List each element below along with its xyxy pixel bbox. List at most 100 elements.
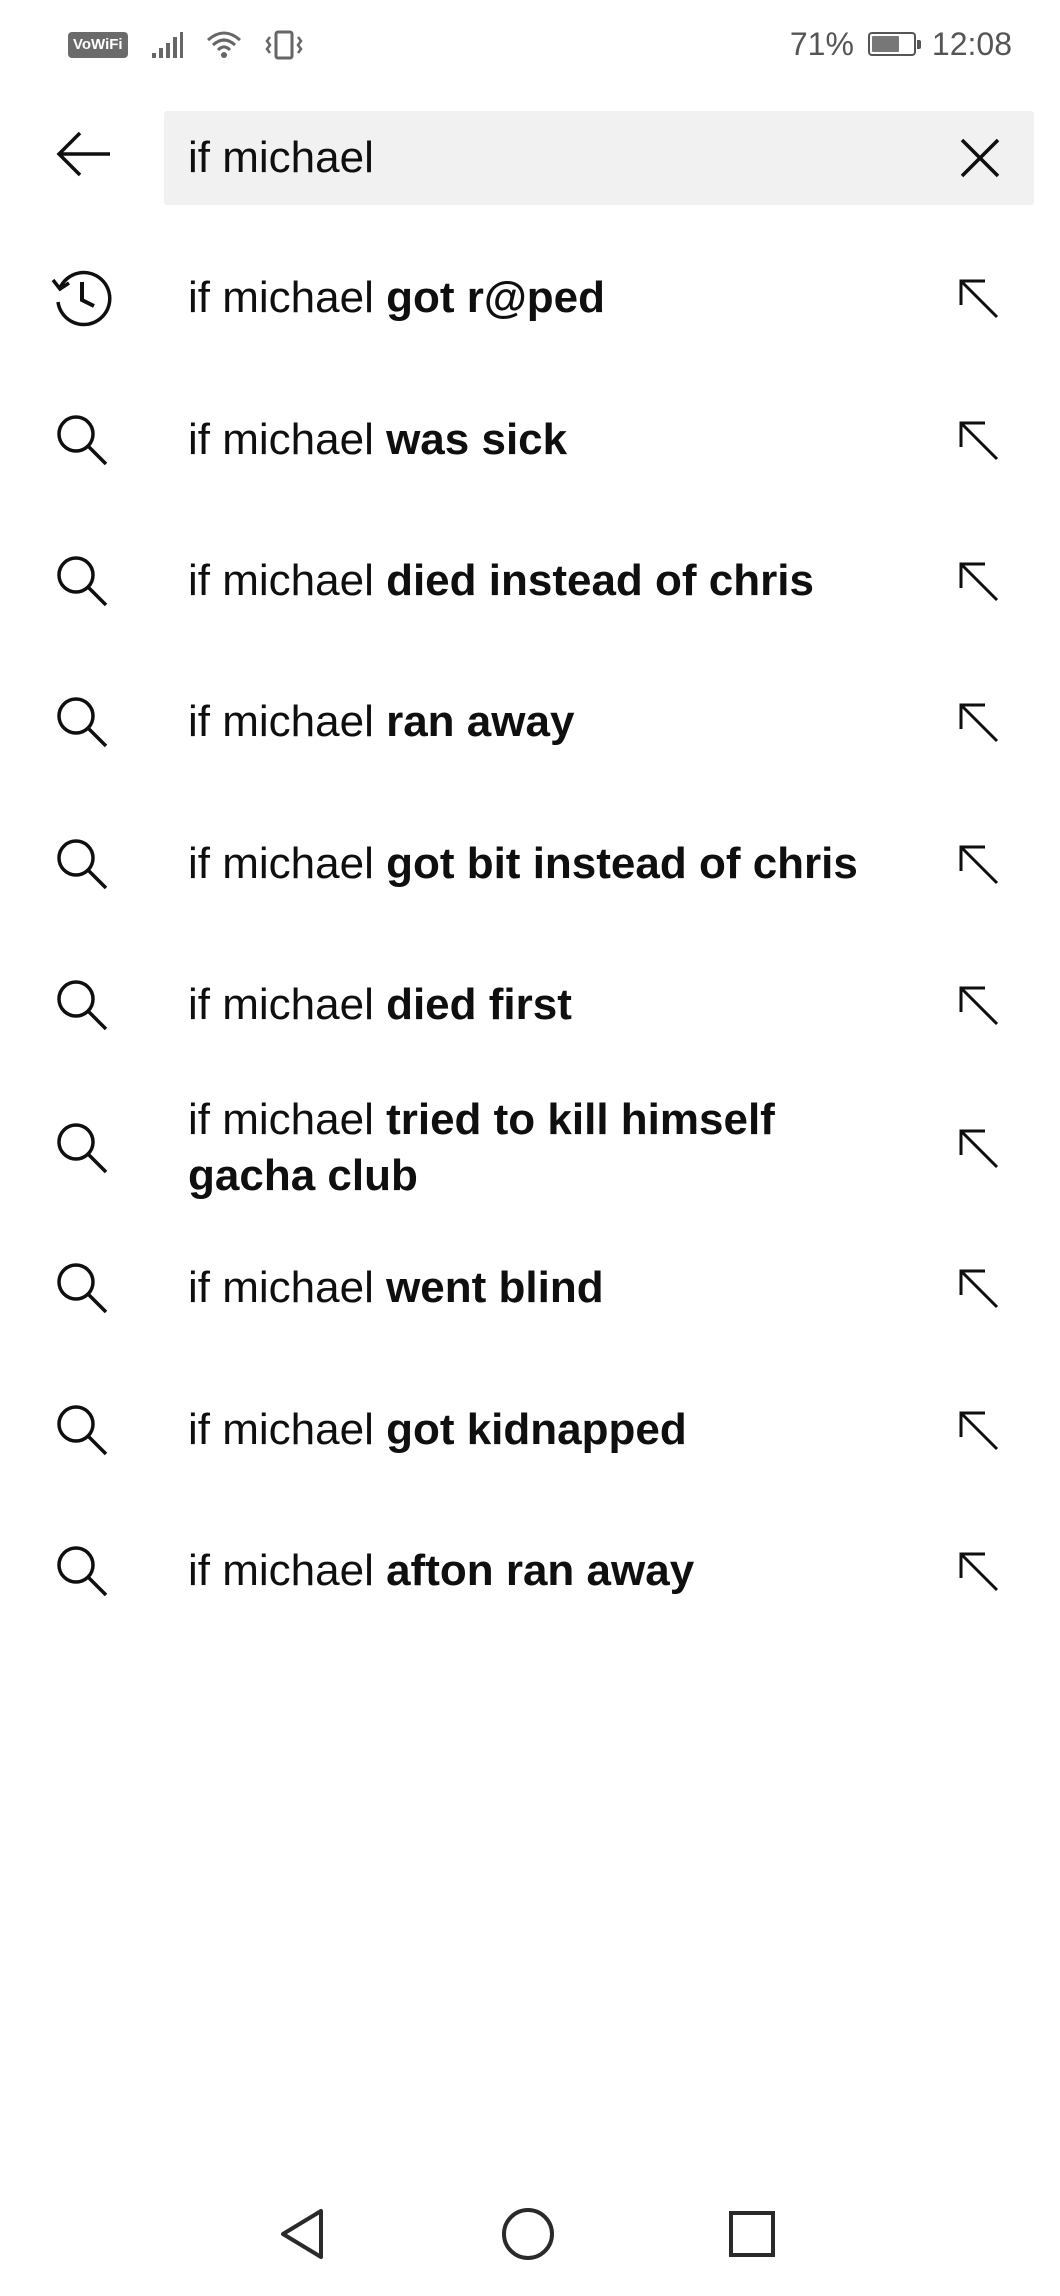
suggestion-completion: went blind [386,1263,604,1312]
battery-level [871,36,900,52]
suggestion-text: if michael got r@ped [188,270,888,326]
battery-icon [867,32,921,56]
suggestion-completion: was sick [386,415,568,464]
arrow-up-left-icon [959,1129,999,1169]
fill-query-button[interactable] [942,686,1014,758]
search-icon [57,1123,108,1174]
fill-query-button[interactable] [942,1252,1014,1324]
status-left-icons: VoWiFi [68,28,304,62]
navigation-bar [0,2176,1060,2296]
suggestion-text: if michael was sick [188,412,888,468]
suggestion-query: if michael [188,556,374,605]
search-icon [57,1546,108,1597]
suggestion-query: if michael [188,697,374,746]
suggestion-query: if michael [188,1405,374,1454]
search-icon-wrapper [46,404,118,476]
search-icon-wrapper [46,828,118,900]
suggestion-item[interactable]: if michael got kidnapped [0,1360,1060,1500]
search-icon-wrapper [46,1112,118,1184]
search-icon [57,556,108,607]
suggestion-text: if michael got bit instead of chris [188,836,888,892]
fill-query-button[interactable] [942,1394,1014,1466]
fill-query-button[interactable] [942,262,1014,334]
suggestion-completion: ran away [386,697,575,746]
suggestion-completion: died instead of chris [386,556,814,605]
suggestion-query: if michael [188,415,374,464]
arrow-up-left-icon [959,279,999,319]
suggestion-text: if michael ran away [188,694,888,750]
suggestion-item[interactable]: if michael got r@ped [0,228,1060,368]
suggestion-query: if michael [188,1263,374,1312]
search-box [164,111,1034,205]
search-icon-wrapper [46,1535,118,1607]
suggestion-query: if michael [188,839,374,888]
arrow-up-left-icon [959,562,999,602]
close-icon [960,138,1000,178]
suggestion-completion: died first [386,980,572,1029]
suggestion-completion: got bit instead of chris [386,839,858,888]
status-bar: VoWiFi 71% 12:08 [0,0,1060,90]
wifi-icon [206,31,241,58]
clock: 12:08 [931,25,1012,62]
recents-square-icon [729,2211,775,2257]
search-icon [57,1263,108,1314]
arrow-up-left-icon [959,703,999,743]
search-icon-wrapper [46,969,118,1041]
search-icon-wrapper [46,686,118,758]
arrow-up-left-icon [959,1552,999,1592]
suggestion-query: if michael [188,1546,374,1595]
history-icon [51,270,112,327]
arrow-up-left-icon [959,845,999,885]
search-icon [57,839,108,890]
back-triangle-icon [281,2209,323,2259]
fill-query-button[interactable] [942,1112,1014,1184]
suggestion-item[interactable]: if michael got bit instead of chris [0,794,1060,934]
clear-search-button[interactable] [944,122,1016,194]
fill-query-button[interactable] [942,1535,1014,1607]
search-input[interactable] [188,111,888,205]
suggestion-text: if michael died instead of chris [188,553,888,609]
suggestion-item[interactable]: if michael died instead of chris [0,511,1060,651]
fill-query-button[interactable] [942,828,1014,900]
arrow-up-left-icon [959,1411,999,1451]
suggestion-item[interactable]: if michael afton ran away [0,1501,1060,1641]
status-right: 71% 12:08 [790,24,1012,64]
search-icon-wrapper [46,1252,118,1324]
arrow-left-icon [56,131,110,177]
suggestion-text: if michael tried to kill himself gacha c… [188,1092,888,1204]
battery-percentage: 71% [789,25,854,62]
suggestion-completion: got kidnapped [386,1405,687,1454]
suggestion-text: if michael died first [188,977,888,1033]
fill-query-button[interactable] [942,969,1014,1041]
suggestion-query: if michael [188,980,374,1029]
nav-recents-button[interactable] [712,2194,792,2274]
search-icon [57,1405,108,1456]
vowifi-icon: VoWiFi [68,32,128,58]
fill-query-button[interactable] [942,545,1014,617]
suggestion-item[interactable]: if michael was sick [0,370,1060,510]
search-icon-wrapper [46,1394,118,1466]
arrow-up-left-icon [959,986,999,1026]
suggestion-item[interactable]: if michael tried to kill himself gacha c… [0,1078,1060,1218]
fill-query-button[interactable] [942,404,1014,476]
search-icon [57,980,108,1031]
suggestion-text: if michael got kidnapped [188,1402,888,1458]
suggestion-text: if michael afton ran away [188,1543,888,1599]
back-button[interactable] [48,118,120,190]
suggestion-completion: afton ran away [386,1546,695,1595]
arrow-up-left-icon [959,1269,999,1309]
arrow-up-left-icon [959,421,999,461]
search-icon [57,415,108,466]
search-icon-wrapper [46,545,118,617]
suggestion-item[interactable]: if michael died first [0,935,1060,1075]
suggestion-query: if michael [188,1095,374,1144]
suggestion-completion: got r@ped [386,273,605,322]
nav-back-button[interactable] [262,2194,342,2274]
search-icon [57,697,108,748]
suggestion-item[interactable]: if michael ran away [0,652,1060,792]
suggestion-query: if michael [188,273,374,322]
vibrate-icon [265,30,303,60]
nav-home-button[interactable] [488,2194,568,2274]
signal-icon [151,32,183,58]
suggestion-item[interactable]: if michael went blind [0,1218,1060,1358]
